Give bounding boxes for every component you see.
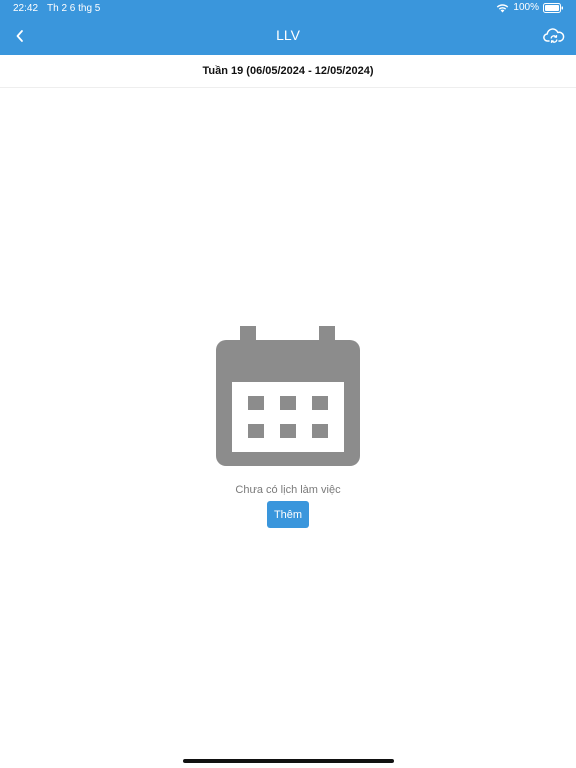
home-indicator[interactable]: [183, 759, 394, 763]
status-time: 22:42: [13, 3, 39, 14]
status-date: Th 2 6 thg 5: [47, 3, 101, 14]
week-selector[interactable]: Tuần 19 (06/05/2024 - 12/05/2024): [0, 55, 576, 88]
page-title: LLV: [276, 27, 300, 43]
empty-state: Chưa có lịch làm việc Thêm: [0, 320, 576, 528]
week-label: Tuần 19 (06/05/2024 - 12/05/2024): [202, 65, 374, 77]
calendar-icon: [216, 326, 360, 466]
empty-message: Chưa có lịch làm việc: [235, 484, 341, 496]
status-bar: 22:42 Th 2 6 thg 5 100%: [0, 0, 576, 16]
app-header: 22:42 Th 2 6 thg 5 100% LLV: [0, 0, 576, 55]
battery-icon: [543, 2, 563, 13]
wifi-icon: [497, 3, 509, 12]
status-indicators: 100%: [496, 2, 564, 13]
add-button[interactable]: Thêm: [267, 501, 309, 528]
sync-button[interactable]: [542, 24, 566, 48]
cloud-sync-icon: [543, 28, 565, 43]
battery-percentage: 100%: [513, 2, 539, 13]
